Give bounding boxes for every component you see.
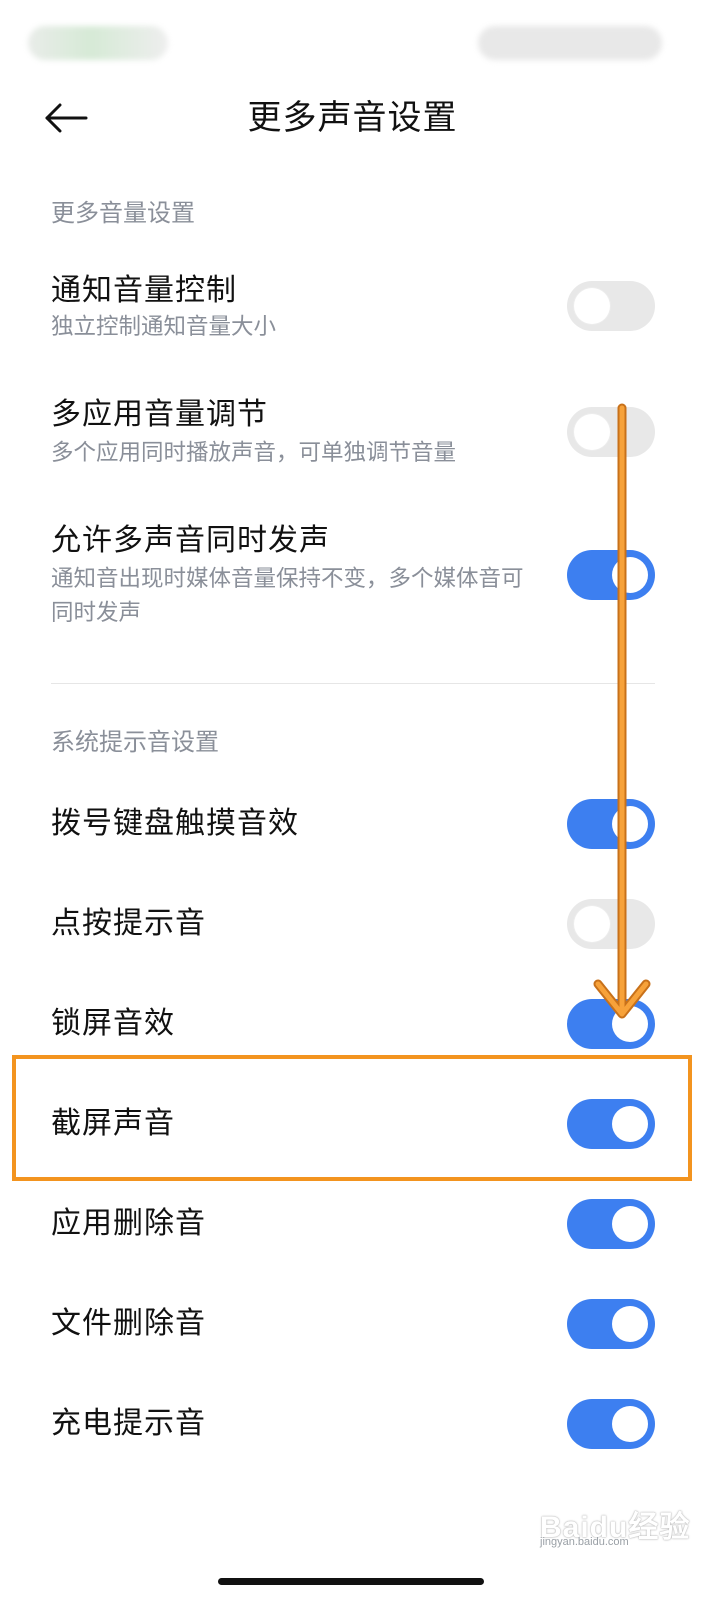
toggle-notification-volume[interactable] [567,281,655,331]
toggle-knob [612,1206,648,1242]
section-divider [51,683,655,684]
toggle-knob [612,1406,648,1442]
toggle-charging-sound[interactable] [567,1399,655,1449]
toggle-knob [574,906,610,942]
toggle-dialpad-touch[interactable] [567,799,655,849]
toggle-multi-sound[interactable] [567,550,655,600]
setting-row-notification-volume[interactable]: 通知音量控制 独立控制通知音量大小 [0,262,705,362]
baidu-jingyan-watermark: Baidu经验 jingyan.baidu.com [540,1488,700,1548]
status-bar-right [478,26,662,60]
setting-title: 通知音量控制 [51,273,237,308]
section-header-system-sounds: 系统提示音设置 [51,728,219,756]
setting-title: 允许多声音同时发声 [51,523,330,558]
toggle-knob [612,1006,648,1042]
toggle-screenshot-sound[interactable] [567,1099,655,1149]
setting-title: 应用删除音 [51,1206,206,1241]
toggle-multi-app-volume[interactable] [567,407,655,457]
setting-row-screenshot-sound[interactable]: 截屏声音 [0,1074,705,1174]
toggle-knob [612,1106,648,1142]
setting-row-dialpad-touch[interactable]: 拨号键盘触摸音效 [0,774,705,874]
watermark-url: jingyan.baidu.com [540,1536,629,1548]
toggle-file-delete-sound[interactable] [567,1299,655,1349]
setting-row-multi-sound[interactable]: 允许多声音同时发声 通知音出现时媒体音量保持不变，多个媒体音可同时发声 [0,514,705,644]
setting-row-lock-screen-sound[interactable]: 锁屏音效 [0,974,705,1074]
toggle-app-delete-sound[interactable] [567,1199,655,1249]
home-indicator[interactable] [218,1578,484,1585]
toggle-knob [612,557,648,593]
setting-row-multi-app-volume[interactable]: 多应用音量调节 多个应用同时播放声音，可单独调节音量 [0,388,705,488]
toggle-tap-sound[interactable] [567,899,655,949]
setting-title: 多应用音量调节 [51,397,268,432]
setting-title: 拨号键盘触摸音效 [51,806,299,841]
section-header-volume: 更多音量设置 [51,199,195,227]
setting-description: 多个应用同时播放声音，可单独调节音量 [51,440,457,466]
toggle-knob [612,806,648,842]
setting-row-charging-sound[interactable]: 充电提示音 [0,1374,705,1474]
setting-row-app-delete-sound[interactable]: 应用删除音 [0,1174,705,1274]
setting-row-tap-sound[interactable]: 点按提示音 [0,874,705,974]
page-title: 更多声音设置 [247,98,458,138]
toggle-knob [612,1306,648,1342]
setting-title: 充电提示音 [51,1406,206,1441]
setting-title: 文件删除音 [51,1306,206,1341]
toggle-lock-screen-sound[interactable] [567,999,655,1049]
status-bar-left [28,26,168,60]
setting-row-file-delete-sound[interactable]: 文件删除音 [0,1274,705,1374]
toggle-knob [574,414,610,450]
setting-title: 点按提示音 [51,906,206,941]
toggle-knob [574,288,610,324]
setting-title: 截屏声音 [51,1106,175,1141]
setting-description: 通知音出现时媒体音量保持不变，多个媒体音可同时发声 [51,566,524,626]
setting-description: 独立控制通知音量大小 [51,314,277,340]
setting-title: 锁屏音效 [51,1006,175,1041]
